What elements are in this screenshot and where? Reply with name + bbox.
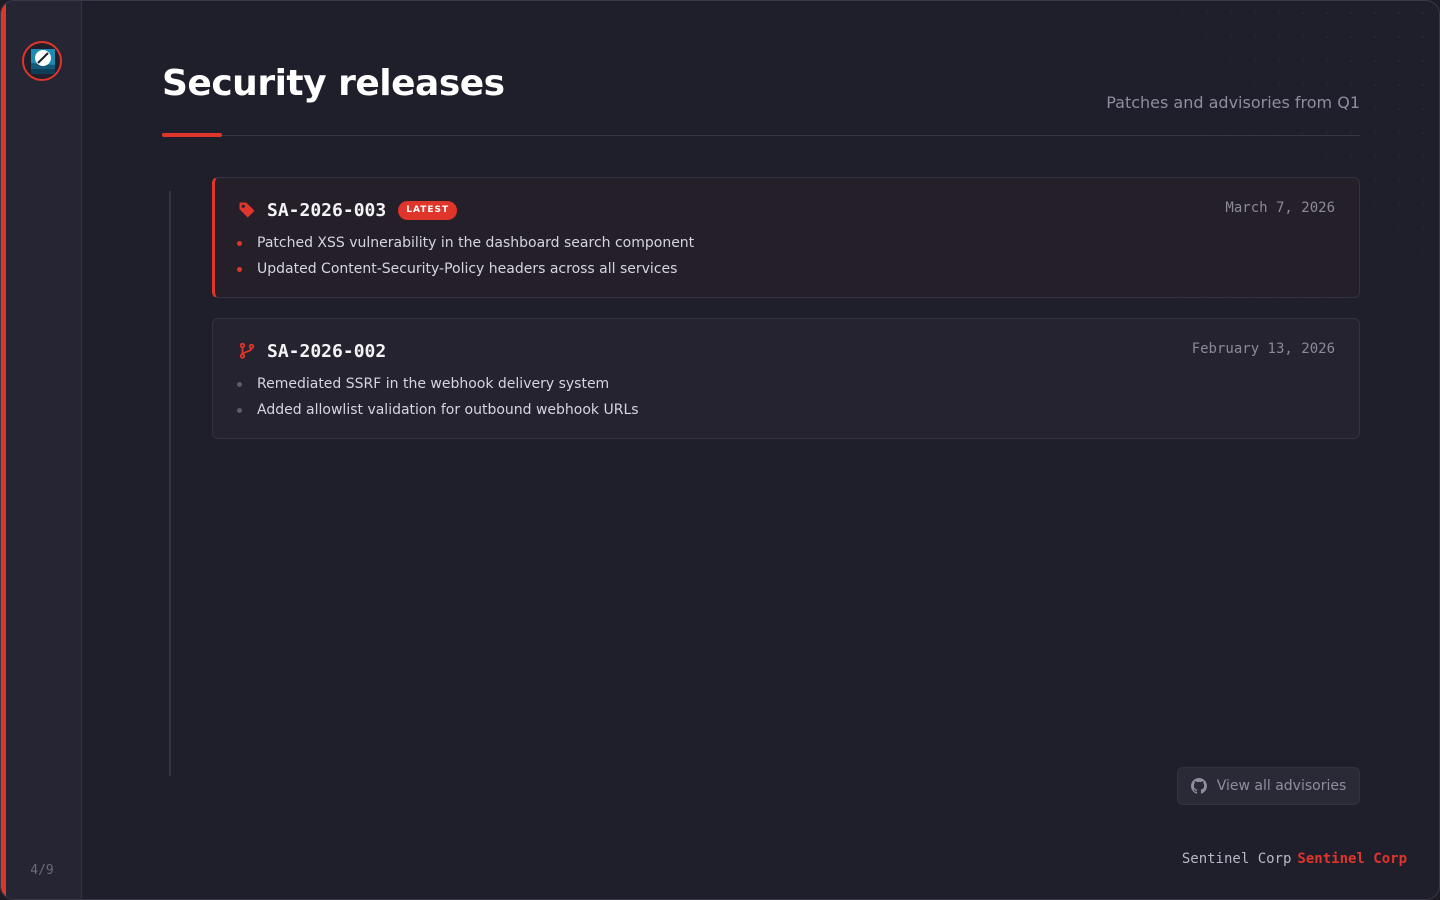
release-id: SA-2026-002 bbox=[267, 340, 387, 362]
release-id: SA-2026-003 bbox=[267, 199, 387, 221]
title-accent-underline bbox=[162, 133, 222, 137]
page-counter: 4/9 bbox=[30, 863, 54, 878]
release-card: SA-2026-002 February 13, 2026 Remediated… bbox=[212, 318, 1360, 439]
page-title: Security releases bbox=[162, 63, 505, 104]
tag-icon bbox=[237, 200, 257, 220]
release-items: Remediated SSRF in the webhook delivery … bbox=[237, 371, 639, 423]
latest-badge: LATEST bbox=[398, 200, 458, 220]
slide-window: 4/9 Security releases Patches and adviso… bbox=[0, 0, 1440, 900]
view-all-label: View all advisories bbox=[1216, 778, 1347, 794]
brand-name: Sentinel Corp bbox=[1181, 851, 1292, 867]
git-branch-icon bbox=[237, 341, 257, 361]
shield-slash-icon bbox=[22, 41, 62, 81]
release-date: March 7, 2026 bbox=[1225, 200, 1335, 216]
title-divider bbox=[162, 135, 1360, 136]
footer-brand: Sentinel Corp Sentinel Corp bbox=[1182, 851, 1407, 867]
list-item: Updated Content-Security-Policy headers … bbox=[237, 256, 694, 282]
list-item: Added allowlist validation for outbound … bbox=[237, 397, 639, 423]
view-all-advisories-button[interactable]: View all advisories bbox=[1177, 767, 1360, 805]
release-date: February 13, 2026 bbox=[1191, 341, 1335, 357]
page-subtitle: Patches and advisories from Q1 bbox=[1106, 93, 1360, 112]
timeline-line bbox=[169, 191, 171, 776]
main-content: Security releases Patches and advisories… bbox=[162, 1, 1360, 899]
list-item: Remediated SSRF in the webhook delivery … bbox=[237, 371, 639, 397]
release-card: SA-2026-003 LATEST March 7, 2026 Patched… bbox=[212, 177, 1360, 298]
release-items: Patched XSS vulnerability in the dashboa… bbox=[237, 230, 694, 282]
sidebar: 4/9 bbox=[6, 1, 82, 899]
release-card-header: SA-2026-002 bbox=[237, 339, 386, 363]
release-card-header: SA-2026-003 LATEST bbox=[237, 198, 458, 222]
brand-name-accent: Sentinel Corp bbox=[1297, 851, 1407, 867]
list-item: Patched XSS vulnerability in the dashboa… bbox=[237, 230, 694, 256]
github-icon bbox=[1190, 778, 1207, 794]
